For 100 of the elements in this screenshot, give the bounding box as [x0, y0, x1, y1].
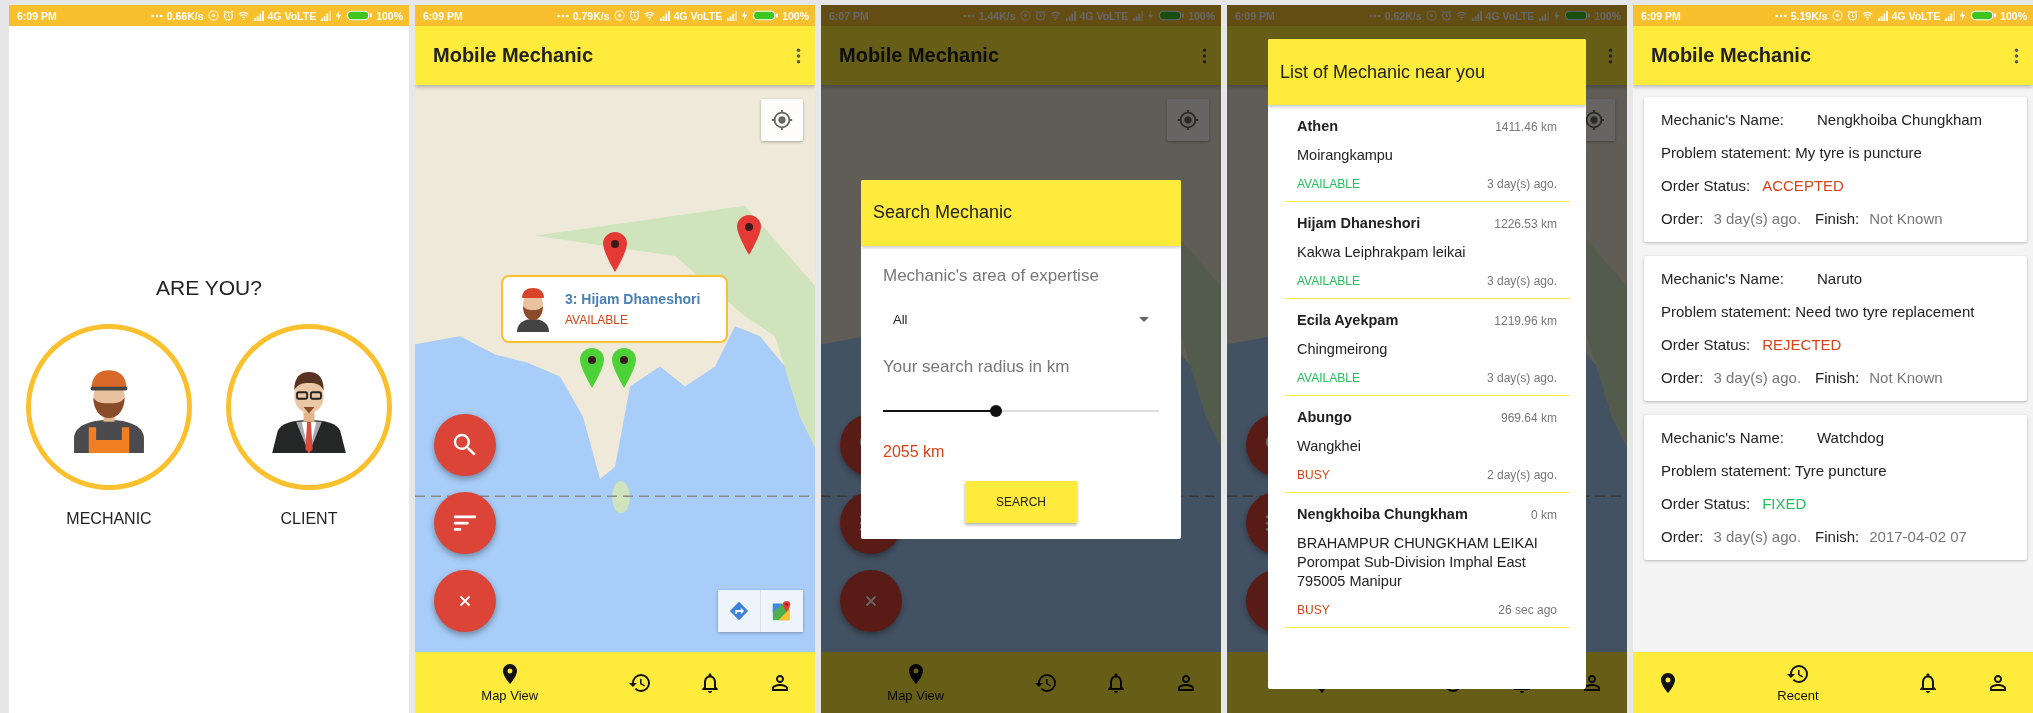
field-label: Order Status: [1661, 335, 1751, 354]
battery-percent: 100% [1188, 9, 1215, 22]
order-status: ACCEPTED [1762, 176, 1844, 195]
field-label: Order: [1661, 527, 1704, 546]
hotspot-icon [613, 10, 625, 21]
last-seen-time: 3 day(s) ago. [1486, 177, 1557, 191]
finish-time: Not Known [1869, 368, 1943, 387]
battery-icon [1564, 10, 1591, 21]
field-label: Order Status: [1661, 176, 1751, 195]
more-dots-icon [962, 13, 975, 18]
nav-tab[interactable]: Map View [415, 652, 605, 713]
map-pin-icon [771, 600, 793, 622]
charging-icon [335, 10, 343, 21]
search-submit-button[interactable]: SEARCH [965, 480, 1077, 523]
distance: 969.64 km [1500, 411, 1557, 425]
directions-button[interactable] [718, 590, 760, 632]
field-label: Order Status: [1661, 494, 1751, 513]
battery-icon [752, 10, 779, 21]
field-label: Finish: [1815, 368, 1860, 387]
address: Wangkhei [1297, 437, 1362, 456]
charging-icon [1147, 10, 1155, 21]
mechanic-list-item[interactable]: Ecila Ayekpam 1219.96 km Chingmeirong AVAILABLE 3 day(s) ago. [1285, 299, 1569, 396]
last-seen-time: 3 day(s) ago. [1486, 274, 1557, 288]
availability-status: AVAILABLE [1297, 177, 1360, 191]
more-dots-icon [556, 13, 569, 18]
mechanic-name: Ecila Ayekpam [1297, 312, 1399, 328]
mechanic-list-item[interactable]: Athen 1411.46 km Moirangkampu AVAILABLE 3 day(s) ago. [1285, 105, 1569, 202]
alarm-icon [1846, 10, 1858, 21]
alarm-icon [222, 10, 234, 21]
map-marker-icon[interactable] [603, 231, 627, 273]
mechanic-list-item[interactable]: Nengkhoiba Chungkham 0 km BRAHAMPUR CHUNGKHAM LEIKAI Porompat Sub-Division Imphal East 795005 Manipur BUSY 26 sec ago [1285, 493, 1569, 628]
availability-status: BUSY [1297, 603, 1330, 617]
distance: 1226.53 km [1494, 217, 1557, 231]
slider-thumb[interactable] [990, 404, 1003, 417]
order-time: 3 day(s) ago. [1713, 209, 1802, 228]
mechanic-list-item[interactable]: Abungo 969.64 km Wangkhei BUSY 2 day(s) ago. [1285, 396, 1569, 493]
last-seen-time: 2 day(s) ago. [1486, 468, 1557, 482]
field-label: Mechanic's Name: [1661, 428, 1785, 447]
charging-icon [1553, 10, 1561, 21]
field-label: Finish: [1815, 209, 1860, 228]
status-time: 6:07 PM [829, 9, 869, 22]
map-marker-icon[interactable] [612, 347, 636, 389]
mechanic-name: Nengkhoiba Chungkham [1817, 110, 1983, 129]
distance: 1219.96 km [1494, 314, 1557, 328]
more-menu-icon[interactable] [2014, 47, 2019, 64]
order-card[interactable]: Mechanic's Name: Watchdog Problem statement: Tyre puncture Order Status: FIXED Order: 3 day(s) ago. Finish: 2017-04-02 07 [1644, 415, 2027, 560]
alarm-icon [628, 10, 640, 21]
more-menu-icon[interactable] [1608, 47, 1613, 64]
field-label: Order: [1661, 209, 1704, 228]
info-window[interactable]: 3: Hijam Dhaneshori AVAILABLE [501, 275, 728, 343]
expertise-dropdown[interactable]: All [883, 307, 1159, 331]
radius-value: 2055 km [883, 442, 945, 461]
signal-icon [320, 10, 332, 21]
network-speed: 0.66K/s [166, 9, 204, 22]
hotspot-icon [207, 10, 219, 21]
network-speed: 1.44K/s [978, 9, 1016, 22]
battery-icon [1970, 10, 1997, 21]
availability-status: BUSY [1297, 468, 1330, 482]
alarm-icon [1034, 10, 1046, 21]
order-time: 3 day(s) ago. [1713, 368, 1802, 387]
map-marker-icon[interactable] [580, 347, 604, 389]
status-time: 6:09 PM [1641, 9, 1681, 22]
more-dots-icon [1368, 13, 1381, 18]
more-menu-icon[interactable] [1202, 47, 1207, 64]
open-maps-button[interactable] [761, 590, 803, 632]
map-marker-icon[interactable] [737, 214, 761, 256]
charging-icon [1959, 10, 1967, 21]
nav-tab[interactable]: Recent [1703, 652, 1893, 713]
mechanic-list-item[interactable]: Hijam Dhaneshori 1226.53 km Kakwa Leiphrakpam leikai AVAILABLE 3 day(s) ago. [1285, 202, 1569, 299]
app-title: Mobile Mechanic [839, 44, 1000, 67]
address: Chingmeirong [1297, 340, 1389, 359]
network-type: 4G VoLTE [1079, 9, 1129, 22]
status-time: 6:09 PM [1235, 9, 1275, 22]
order-time: 3 day(s) ago. [1713, 527, 1802, 546]
signal-icon [1944, 10, 1956, 21]
network-speed: 0.79K/s [572, 9, 610, 22]
network-speed: 5.19K/s [1790, 9, 1828, 22]
mechanic-name: Naruto [1817, 269, 1863, 288]
availability-status: AVAILABLE [565, 313, 629, 327]
problem-statement: Problem statement: My tyre is puncture [1661, 143, 1923, 162]
status-time: 6:09 PM [17, 9, 57, 22]
field-label: Mechanic's Name: [1661, 269, 1785, 288]
mechanic-name: Athen [1297, 118, 1339, 134]
alarm-icon [1440, 10, 1452, 21]
address: Moirangkampu [1297, 146, 1394, 165]
address: Kakwa Leiphrakpam leikai [1297, 243, 1467, 262]
field-label: Mechanic's area of expertise [883, 265, 1099, 286]
battery-percent: 100% [1594, 9, 1621, 22]
mechanic-name: Hijam Dhaneshori [1297, 215, 1421, 231]
wifi-icon [643, 10, 655, 21]
mechanic-name: Abungo [1297, 409, 1352, 425]
order-card[interactable]: Mechanic's Name: Naruto Problem statement: Need two tyre replacement Order Status: REJECTED Order: 3 day(s) ago. Finish: Not Known [1644, 256, 2027, 401]
order-card[interactable]: Mechanic's Name: Nengkhoiba Chungkham Problem statement: My tyre is puncture Order Status: ACCEPTED Order: 3 day(s) ago. Finish: Not Known [1644, 97, 2027, 242]
field-label: Your search radius in km [883, 356, 1070, 377]
wifi-icon [237, 10, 249, 21]
radius-slider[interactable] [883, 404, 1159, 417]
wifi-icon [1861, 10, 1873, 21]
order-status: REJECTED [1762, 335, 1842, 354]
availability-status: AVAILABLE [1297, 274, 1360, 288]
more-menu-icon[interactable] [796, 47, 801, 64]
